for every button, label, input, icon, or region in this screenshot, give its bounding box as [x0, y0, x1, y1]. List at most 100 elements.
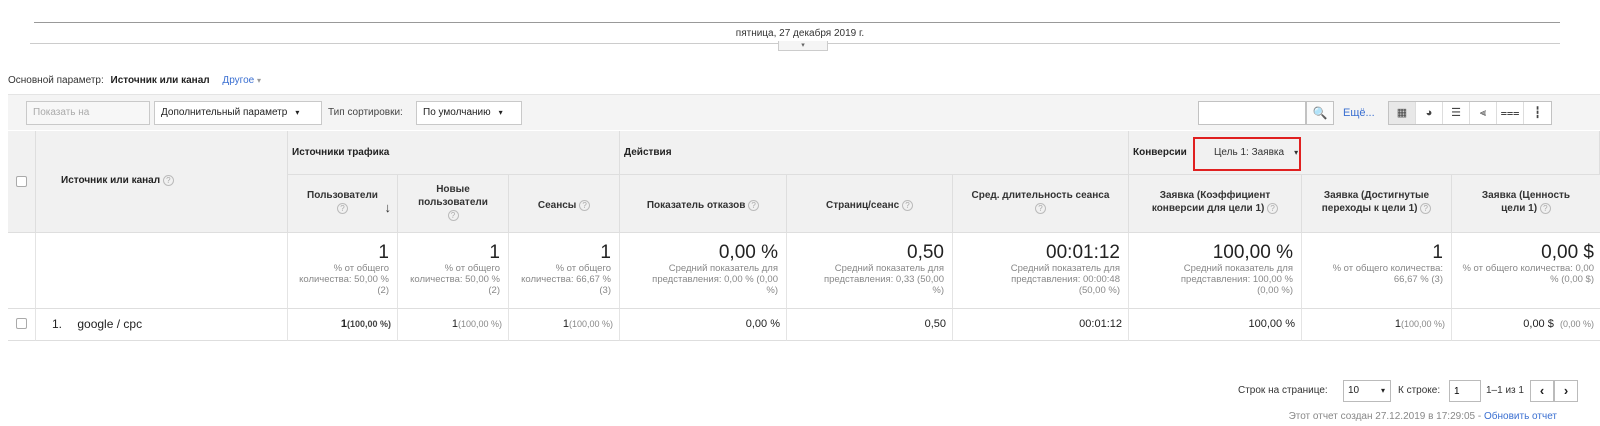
- timeline-toggle-button[interactable]: ▾: [778, 41, 828, 51]
- totals-bounce-sub: Средний показатель для представления: 0,…: [652, 263, 778, 296]
- next-page-button[interactable]: ›: [1554, 380, 1578, 402]
- totals-users-value: 1: [378, 242, 389, 263]
- totals-users: 1 % от общего количества: 50,00 % (2): [288, 233, 398, 309]
- advanced-filter-link[interactable]: Ещё...: [1343, 101, 1375, 125]
- chevron-down-icon: ▾: [498, 108, 503, 117]
- goto-row-input[interactable]: [1449, 380, 1481, 402]
- sort-type-value: По умолчанию: [423, 107, 491, 118]
- row-source-link[interactable]: google / cpc: [77, 317, 142, 331]
- data-table: Источник или канал ? Источники трафика Д…: [8, 131, 1600, 372]
- help-icon[interactable]: ?: [901, 199, 913, 211]
- totals-conv-rate-sub: Средний показатель для представления: 10…: [1180, 263, 1293, 296]
- totals-dimension-cell: [36, 233, 288, 309]
- row-index: 1.: [52, 317, 63, 331]
- help-icon[interactable]: ?: [1267, 202, 1279, 214]
- totals-duration-sub: Средний показатель для представления: 00…: [1010, 263, 1120, 296]
- totals-sessions-value: 1: [600, 242, 611, 263]
- row-checkbox[interactable]: [16, 318, 27, 329]
- column-header-bounce-rate[interactable]: Показатель отказов ?: [620, 175, 787, 233]
- row-users: 1(100,00 %): [288, 309, 398, 341]
- column-header-conversion-rate[interactable]: Заявка (Коэффициент конверсии для цели 1…: [1129, 175, 1302, 233]
- primary-dimension-selected[interactable]: Источник или канал: [111, 75, 210, 86]
- comparison-view-icon[interactable]: ⫷: [1470, 102, 1497, 124]
- column-header-duration-label: Сред. длительность сеанса: [971, 190, 1110, 201]
- row-completions: 1(100,00 %): [1302, 309, 1452, 341]
- column-header-conv-rate-wrap: Заявка (Коэффициент конверсии для цели 1…: [1145, 189, 1285, 215]
- column-header-value-wrap: Заявка (Ценность цели 1) ?: [1471, 189, 1581, 215]
- group-header-conversions: Конверсии: [1133, 147, 1187, 158]
- row-new-users: 1(100,00 %): [398, 309, 509, 341]
- column-header-completions-label: Заявка (Достигнутые переходы к цели 1): [1321, 190, 1430, 214]
- row-pages: 0,50: [787, 309, 953, 341]
- help-icon[interactable]: ?: [1035, 202, 1046, 214]
- help-icon[interactable]: ?: [579, 199, 591, 211]
- totals-new-users-sub: % от общего количества: 50,00 % (2): [410, 263, 500, 296]
- secondary-dimension-dropdown[interactable]: Дополнительный параметр ▾: [154, 101, 322, 125]
- help-icon[interactable]: ?: [1420, 202, 1432, 214]
- column-header-new-users-label: Новые пользователи: [418, 184, 488, 208]
- timeline-date: пятница, 27 декабря 2019 г.: [735, 28, 865, 39]
- help-icon[interactable]: ?: [1539, 202, 1551, 214]
- help-icon[interactable]: ?: [162, 175, 174, 186]
- secondary-dimension-label: Дополнительный параметр: [161, 107, 288, 118]
- timeline-top-line: [34, 22, 1560, 23]
- dimension-header-label: Источник или канал: [61, 175, 161, 187]
- table-search-input[interactable]: [1198, 101, 1306, 125]
- totals-value-sub: % от общего количества: 0,00 % (0,00 $): [1462, 263, 1594, 285]
- row-new-users-pct: (100,00 %): [457, 319, 502, 329]
- row-value-pct: (0,00 %): [1559, 319, 1594, 329]
- row-select-cell: [8, 309, 36, 341]
- report-created-text: Этот отчет создан 27.12.2019 в 17:29:05 …: [1288, 411, 1484, 422]
- rows-per-page-value: 10: [1348, 385, 1360, 396]
- sort-type-dropdown[interactable]: По умолчанию ▾: [416, 101, 522, 125]
- table-row: 1. google / cpc: [36, 309, 288, 341]
- column-header-avg-duration[interactable]: Сред. длительность сеанса ?: [953, 175, 1129, 233]
- totals-completions-sub: % от общего количества: 66,67 % (3): [1332, 263, 1443, 285]
- help-icon[interactable]: ?: [337, 202, 348, 214]
- primary-dimension-label: Основной параметр:: [8, 75, 104, 86]
- totals-new-users-value: 1: [489, 242, 500, 263]
- column-header-pages-per-session[interactable]: Страниц/сеанс ?: [787, 175, 953, 233]
- totals-conv-rate-value: 100,00 %: [1212, 242, 1293, 263]
- column-header-pages-label: Страниц/сеанс: [826, 200, 900, 211]
- row-value: 0,00 $ (0,00 %): [1452, 309, 1600, 341]
- select-all-checkbox[interactable]: [16, 176, 27, 187]
- row-value-value: 0,00 $: [1523, 318, 1554, 330]
- group-header-traffic: Источники трафика: [288, 131, 620, 175]
- row-sessions: 1(100,00 %): [509, 309, 620, 341]
- refresh-report-link[interactable]: Обновить отчет: [1484, 411, 1557, 422]
- column-header-goal-value[interactable]: Заявка (Ценность цели 1) ?: [1452, 175, 1600, 233]
- row-users-pct: (100,00 %): [346, 319, 391, 329]
- column-header-new-users[interactable]: Новые пользователи ?: [398, 175, 509, 233]
- row-completions-pct: (100,00 %): [1400, 319, 1445, 329]
- plot-rows-button[interactable]: Показать на диаграмме: [26, 101, 150, 140]
- primary-dimension-other-link[interactable]: Другое ▾: [222, 75, 261, 86]
- pie-view-icon[interactable]: ◕: [1416, 102, 1443, 124]
- rows-per-page-select[interactable]: 10 ▾: [1343, 380, 1391, 402]
- help-icon[interactable]: ?: [748, 199, 760, 211]
- totals-bounce: 0,00 % Средний показатель для представле…: [620, 233, 787, 309]
- chevron-down-icon: ▾: [256, 76, 261, 85]
- view-switcher: ▦ ◕ ☰ ⫷ ⩶ ┇: [1388, 101, 1552, 125]
- totals-pages-value: 0,50: [907, 242, 944, 263]
- pivot-view-icon[interactable]: ┇: [1524, 102, 1551, 124]
- sort-arrow-down-icon: ↓: [384, 200, 392, 215]
- search-icon[interactable]: 🔍: [1306, 101, 1334, 125]
- totals-value: 0,00 $ % от общего количества: 0,00 % (0…: [1452, 233, 1600, 309]
- term-cloud-view-icon[interactable]: ⩶: [1497, 102, 1524, 124]
- goal-select-highlight: [1193, 137, 1301, 171]
- totals-duration: 00:01:12 Средний показатель для представ…: [953, 233, 1129, 309]
- column-header-value-label: Заявка (Ценность цели 1): [1481, 190, 1571, 214]
- table-view-icon[interactable]: ▦: [1389, 102, 1416, 124]
- totals-value-value: 0,00 $: [1541, 242, 1594, 263]
- column-header-users[interactable]: Пользователи ? ↓: [288, 175, 398, 233]
- performance-view-icon[interactable]: ☰: [1443, 102, 1470, 124]
- prev-page-button[interactable]: ‹: [1530, 380, 1554, 402]
- row-conv-rate: 100,00 %: [1129, 309, 1302, 341]
- column-header-sessions[interactable]: Сеансы ?: [509, 175, 620, 233]
- select-all-cell: [8, 131, 36, 233]
- help-icon[interactable]: ?: [447, 209, 459, 221]
- other-label: Другое: [222, 75, 255, 86]
- column-header-completions[interactable]: Заявка (Достигнутые переходы к цели 1) ?: [1302, 175, 1452, 233]
- dimension-header: Источник или канал ?: [61, 175, 174, 186]
